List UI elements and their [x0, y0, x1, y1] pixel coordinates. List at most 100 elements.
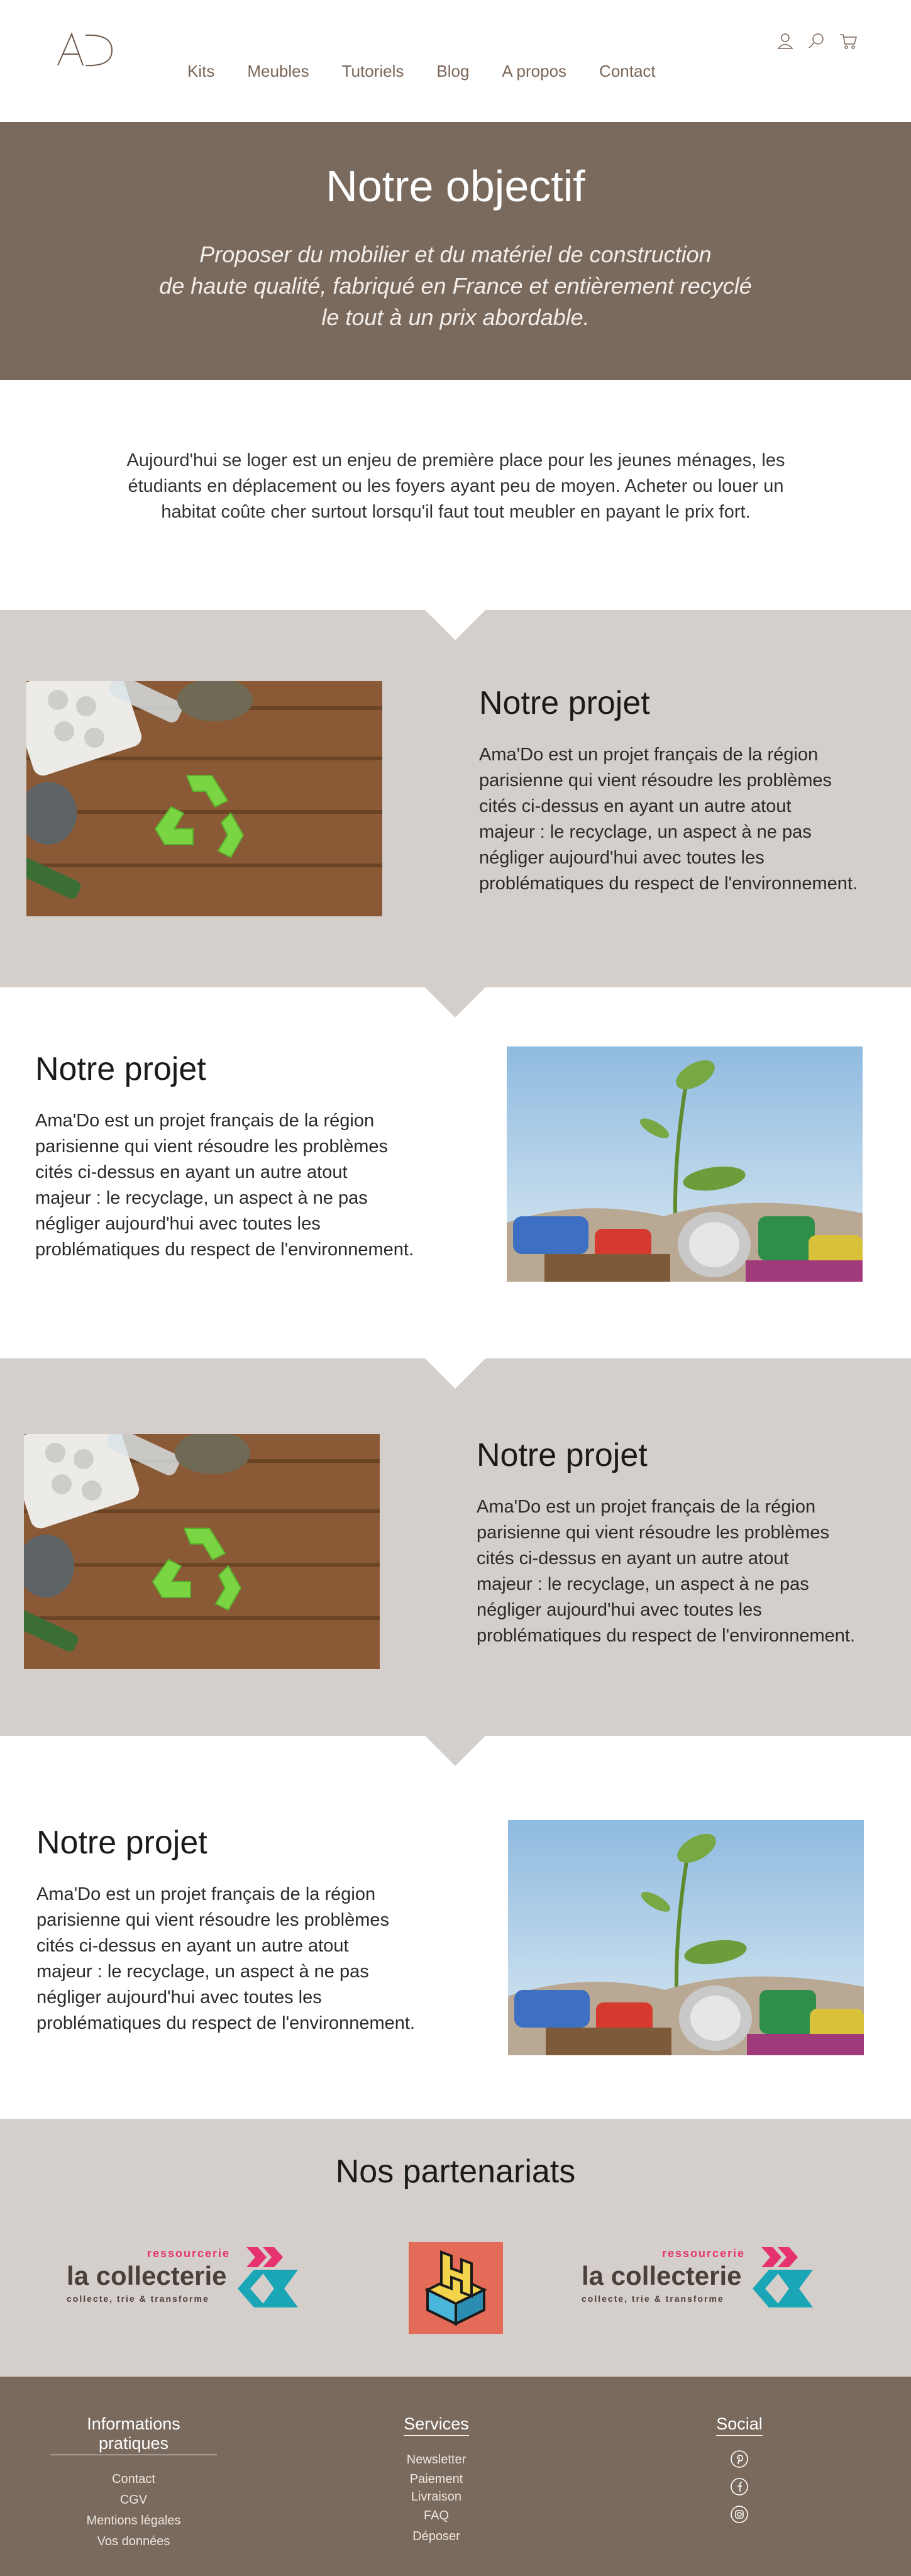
partner-tagline: collecte, trie & transforme — [67, 2294, 209, 2304]
text-line: parisienne qui vient résoudre les problè… — [36, 1910, 389, 1930]
footer-services-column: Services Newsletter Paiement Livraison F… — [373, 2414, 499, 2547]
user-icon[interactable] — [776, 31, 795, 50]
hero-subtitle-line: le tout à un prix abordable. — [321, 304, 590, 330]
recycling-image — [26, 681, 382, 916]
footer-link-cgv[interactable]: CGV — [50, 2490, 217, 2511]
intro-line: habitat coûte cher surtout lorsqu'il fau… — [161, 502, 751, 522]
nav-blog[interactable]: Blog — [436, 62, 469, 81]
text-line: cités ci-dessus en ayant un autre atout — [36, 1936, 349, 1956]
text-line: problématiques du respect de l'environne… — [35, 1240, 414, 1260]
text-line: négliger aujourd'hui avec toutes les — [35, 1214, 321, 1234]
hero-banner: Notre objectif Proposer du mobilier et d… — [0, 122, 911, 380]
footer-info-title: Informations pratiques — [50, 2414, 217, 2455]
section-title: Notre projet — [479, 685, 650, 721]
footer-social-column: Social — [702, 2414, 777, 2533]
site-footer: Informations pratiques Contact CGV Menti… — [0, 2377, 911, 2576]
footer-link-donnees[interactable]: Vos données — [50, 2531, 217, 2552]
text-line: problématiques du respect de l'environne… — [36, 2013, 416, 2033]
intro-text: Aujourd'hui se loger est un enjeu de pre… — [88, 448, 824, 525]
text-line: majeur : le recyclage, un aspect à ne pa… — [479, 822, 812, 842]
nav-meubles[interactable]: Meubles — [247, 62, 309, 81]
cart-icon[interactable] — [839, 31, 858, 50]
brand-logo[interactable] — [54, 29, 114, 69]
text-line: parisienne qui vient résoudre les problè… — [477, 1523, 829, 1543]
intro-line: étudiants en déplacement ou les foyers a… — [128, 476, 784, 496]
hero-subtitle-line: Proposer du mobilier et du matériel de c… — [199, 242, 712, 267]
plant-image — [508, 1820, 864, 2055]
section-title: Notre projet — [477, 1437, 648, 1474]
section-text: Ama'Do est un projet français de la régi… — [477, 1494, 892, 1649]
partner-logo-collecterie[interactable]: ressourcerie la collecterie collecte, tr… — [582, 2245, 818, 2311]
main-nav: Kits Meubles Tutoriels Blog A propos Con… — [187, 62, 688, 81]
text-line: cités ci-dessus en ayant un autre atout — [477, 1548, 789, 1568]
project-section-2: Notre projet Ama'Do est un projet frança… — [0, 987, 911, 1358]
text-line: problématiques du respect de l'environne… — [479, 874, 858, 894]
nav-kits[interactable]: Kits — [187, 62, 214, 81]
partner-top-text: ressourcerie — [662, 2247, 746, 2260]
partner-name: la collecterie — [67, 2261, 227, 2290]
nav-tutoriels[interactable]: Tutoriels — [342, 62, 404, 81]
footer-social-title: Social — [716, 2414, 763, 2436]
project-section-3: Notre projet Ama'Do est un projet frança… — [0, 1358, 911, 1736]
footer-info-column: Informations pratiques Contact CGV Menti… — [50, 2414, 217, 2552]
section-text: Ama'Do est un projet français de la régi… — [36, 1882, 451, 2036]
section-text: Ama'Do est un projet français de la régi… — [479, 742, 894, 897]
site-header: Kits Meubles Tutoriels Blog A propos Con… — [0, 0, 911, 122]
partner-logo-collecterie[interactable]: ressourcerie la collecterie collecte, tr… — [67, 2245, 303, 2311]
pinterest-icon[interactable] — [730, 2450, 749, 2468]
footer-link-faq[interactable]: FAQ — [373, 2506, 499, 2526]
partner-tagline: collecte, trie & transforme — [582, 2294, 724, 2304]
facebook-icon[interactable] — [730, 2477, 749, 2496]
project-section-4: Notre projet Ama'Do est un projet frança… — [0, 1736, 911, 2119]
isometric-h-icon — [424, 2250, 487, 2326]
section-arrow — [425, 1358, 485, 1389]
text-line: négliger aujourd'hui avec toutes les — [479, 848, 765, 868]
partner-logo-hack[interactable]: H — [409, 2242, 503, 2334]
footer-link-livraison[interactable]: Livraison — [373, 2488, 499, 2506]
section-arrow — [425, 1736, 485, 1766]
nav-a-propos[interactable]: A propos — [502, 62, 566, 81]
partners-title: Nos partenariats — [335, 2153, 576, 2190]
recycling-image — [24, 1434, 380, 1669]
instagram-icon[interactable] — [730, 2505, 749, 2524]
text-line: négliger aujourd'hui avec toutes les — [36, 1987, 322, 2007]
text-line: Ama'Do est un projet français de la régi… — [477, 1497, 816, 1517]
hero-subtitle: Proposer du mobilier et du matériel de c… — [0, 239, 911, 333]
header-icons — [776, 31, 858, 50]
section-title: Notre projet — [36, 1824, 207, 1861]
text-line: Ama'Do est un projet français de la régi… — [479, 745, 819, 765]
text-line: parisienne qui vient résoudre les problè… — [479, 770, 832, 791]
footer-link-newsletter[interactable]: Newsletter — [373, 2450, 499, 2470]
partner-name: la collecterie — [582, 2261, 742, 2290]
footer-link-deposer[interactable]: Déposer — [373, 2526, 499, 2547]
partners-section: Nos partenariats ressourcerie la collect… — [0, 2119, 911, 2377]
plant-image — [507, 1046, 863, 1282]
hero-title: Notre objectif — [326, 162, 585, 211]
text-line: problématiques du respect de l'environne… — [477, 1626, 856, 1646]
section-title: Notre projet — [35, 1051, 206, 1087]
section-arrow — [425, 987, 485, 1018]
text-line: Ama'Do est un projet français de la régi… — [35, 1111, 375, 1131]
project-section-1: Notre projet Ama'Do est un projet frança… — [0, 610, 911, 987]
text-line: majeur : le recyclage, un aspect à ne pa… — [36, 1962, 369, 1982]
text-line: cités ci-dessus en ayant un autre atout — [35, 1162, 348, 1182]
footer-link-paiement[interactable]: Paiement — [373, 2470, 499, 2488]
collecterie-arrows-icon — [753, 2247, 813, 2307]
intro-line: Aujourd'hui se loger est un enjeu de pre… — [126, 450, 785, 470]
text-line: cités ci-dessus en ayant un autre atout — [479, 796, 792, 816]
hero-subtitle-line: de haute qualité, fabriqué en France et … — [159, 273, 752, 299]
partner-top-text: ressourcerie — [147, 2247, 231, 2260]
nav-contact[interactable]: Contact — [599, 62, 656, 81]
collecterie-arrows-icon — [238, 2247, 298, 2307]
text-line: majeur : le recyclage, un aspect à ne pa… — [35, 1188, 368, 1208]
text-line: Ama'Do est un projet français de la régi… — [36, 1884, 376, 1904]
search-icon[interactable] — [807, 31, 826, 50]
section-arrow — [425, 610, 485, 640]
section-text: Ama'Do est un projet français de la régi… — [35, 1108, 450, 1263]
footer-services-title: Services — [404, 2414, 469, 2436]
footer-link-contact[interactable]: Contact — [50, 2469, 217, 2490]
text-line: majeur : le recyclage, un aspect à ne pa… — [477, 1574, 809, 1594]
footer-link-mentions[interactable]: Mentions légales — [50, 2511, 217, 2531]
text-line: négliger aujourd'hui avec toutes les — [477, 1600, 762, 1620]
text-line: parisienne qui vient résoudre les problè… — [35, 1136, 388, 1157]
